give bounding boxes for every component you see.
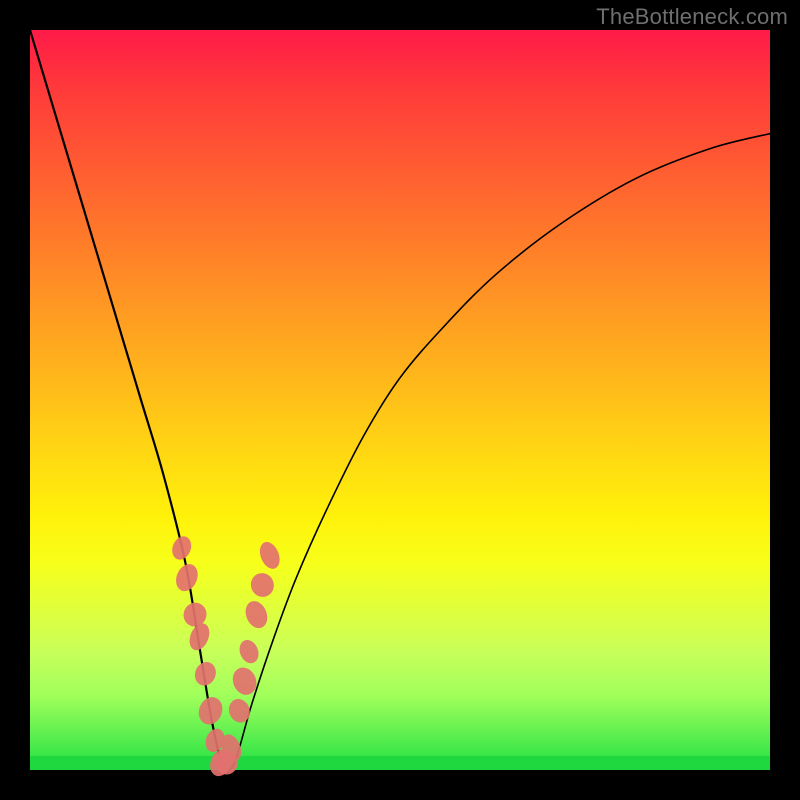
bottleneck-curve xyxy=(30,30,770,771)
highlighted-points xyxy=(169,534,283,780)
marker-point xyxy=(169,534,195,563)
marker-point xyxy=(172,561,201,595)
marker-point xyxy=(242,598,271,632)
marker-point xyxy=(247,570,277,601)
marker-point xyxy=(225,696,253,726)
curve-right-arm xyxy=(222,134,770,771)
watermark-text: TheBottleneck.com xyxy=(596,4,788,30)
marker-point xyxy=(191,659,219,689)
chart-frame: TheBottleneck.com xyxy=(0,0,800,800)
marker-point xyxy=(256,539,283,572)
marker-point xyxy=(195,694,227,729)
plot-area xyxy=(30,30,770,770)
curve-layer xyxy=(30,30,770,770)
marker-point xyxy=(236,637,262,666)
curve-left-arm xyxy=(30,30,222,770)
